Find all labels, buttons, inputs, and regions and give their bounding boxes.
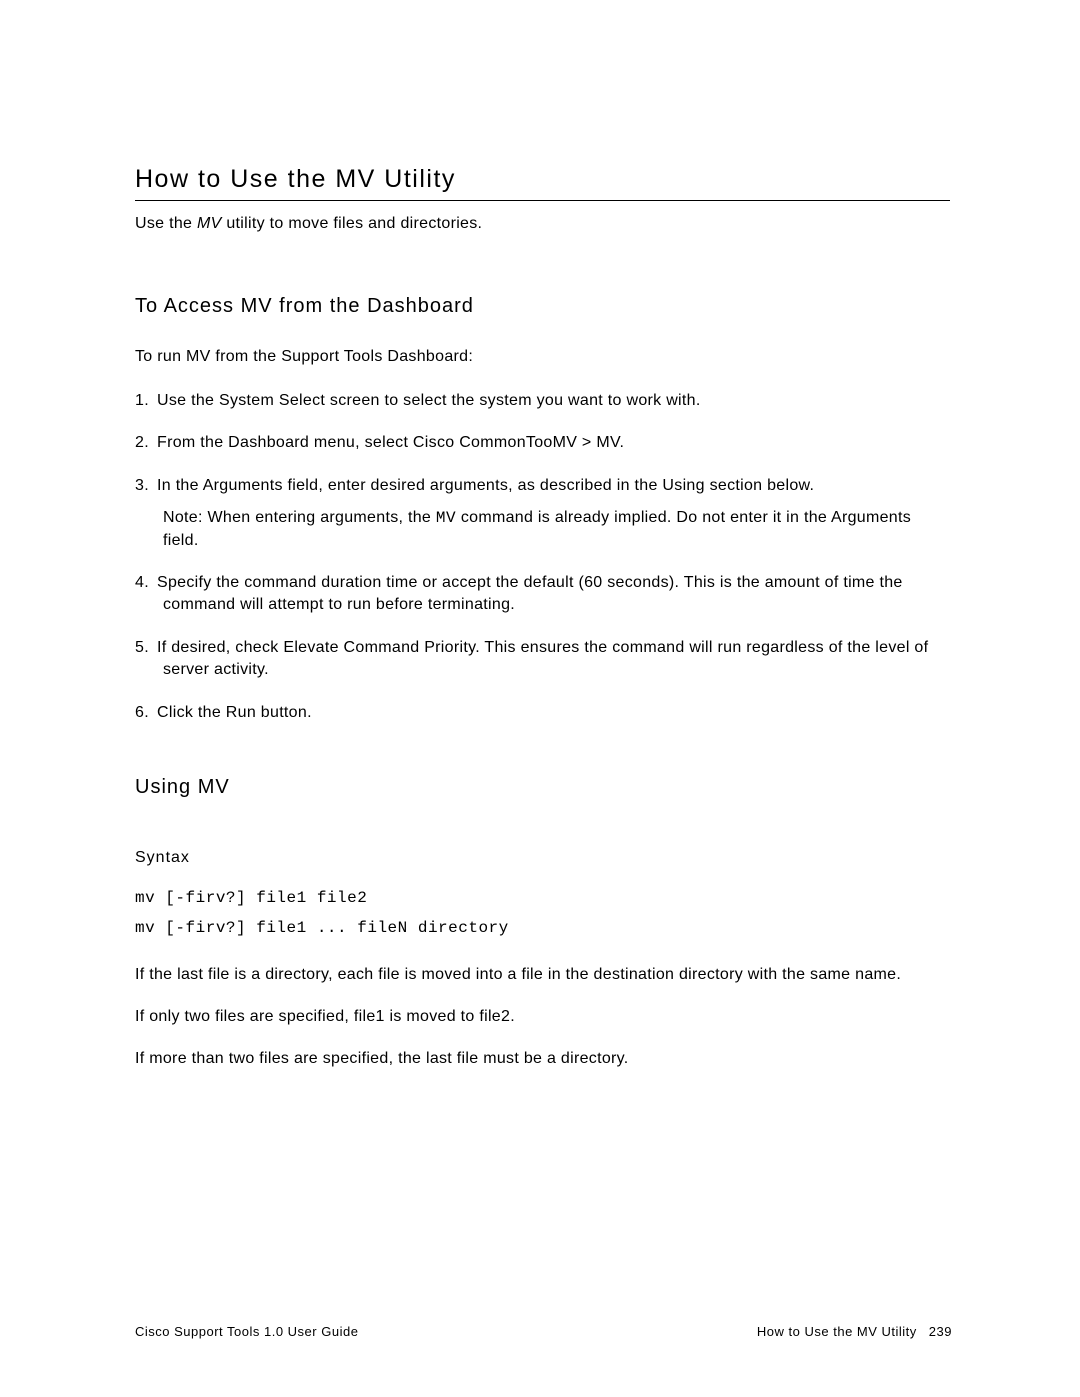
list-item: 6.Click the Run button. bbox=[135, 702, 950, 724]
body-paragraph: If more than two files are specified, th… bbox=[135, 1048, 950, 1070]
step-text: Specify the command duration time or acc… bbox=[157, 574, 903, 613]
footer-section-title: How to Use the MV Utility bbox=[757, 1324, 917, 1339]
section-access-heading: To Access MV from the Dashboard bbox=[135, 295, 950, 318]
body-paragraph: If the last file is a directory, each fi… bbox=[135, 964, 950, 986]
syntax-heading: Syntax bbox=[135, 849, 950, 867]
page-footer: Cisco Support Tools 1.0 User Guide How t… bbox=[135, 1324, 952, 1339]
step-number: 4. bbox=[135, 572, 157, 594]
note-prefix: Note: When entering arguments, the bbox=[163, 509, 436, 526]
syntax-code-block: mv [-firv?] file1 file2 mv [-firv?] file… bbox=[135, 883, 950, 944]
step-number: 2. bbox=[135, 432, 157, 454]
section-using-heading: Using MV bbox=[135, 776, 950, 799]
page-title: How to Use the MV Utility bbox=[135, 165, 950, 201]
section-access-intro: To run MV from the Support Tools Dashboa… bbox=[135, 348, 950, 366]
intro-paragraph: Use the MV utility to move files and dir… bbox=[135, 215, 950, 233]
step-text: Click the Run button. bbox=[157, 704, 312, 721]
footer-page-number: 239 bbox=[929, 1324, 952, 1339]
step-text: In the Arguments field, enter desired ar… bbox=[157, 477, 814, 494]
list-item: 4.Specify the command duration time or a… bbox=[135, 572, 950, 617]
list-item: 5.If desired, check Elevate Command Prio… bbox=[135, 637, 950, 682]
footer-guide-title: Cisco Support Tools 1.0 User Guide bbox=[135, 1324, 358, 1339]
step-text: If desired, check Elevate Command Priori… bbox=[157, 639, 928, 678]
step-text: Use the System Select screen to select t… bbox=[157, 392, 701, 409]
steps-list: 1.Use the System Select screen to select… bbox=[135, 390, 950, 724]
step-number: 5. bbox=[135, 637, 157, 659]
step-number: 1. bbox=[135, 390, 157, 412]
footer-right: How to Use the MV Utility 239 bbox=[757, 1324, 952, 1339]
document-page: How to Use the MV Utility Use the MV uti… bbox=[0, 0, 1080, 1071]
step-number: 6. bbox=[135, 702, 157, 724]
step-text: From the Dashboard menu, select Cisco Co… bbox=[157, 434, 624, 451]
body-paragraph: If only two files are specified, file1 i… bbox=[135, 1006, 950, 1028]
intro-text-prefix: Use the bbox=[135, 215, 197, 232]
list-item: 1.Use the System Select screen to select… bbox=[135, 390, 950, 412]
list-item: 2.From the Dashboard menu, select Cisco … bbox=[135, 432, 950, 454]
step-number: 3. bbox=[135, 475, 157, 497]
mv-italic: MV bbox=[197, 215, 222, 232]
intro-text-suffix: utility to move files and directories. bbox=[222, 215, 483, 232]
mv-code: MV bbox=[436, 509, 456, 527]
step-note: Note: When entering arguments, the MV co… bbox=[163, 507, 950, 552]
list-item: 3.In the Arguments field, enter desired … bbox=[135, 475, 950, 552]
